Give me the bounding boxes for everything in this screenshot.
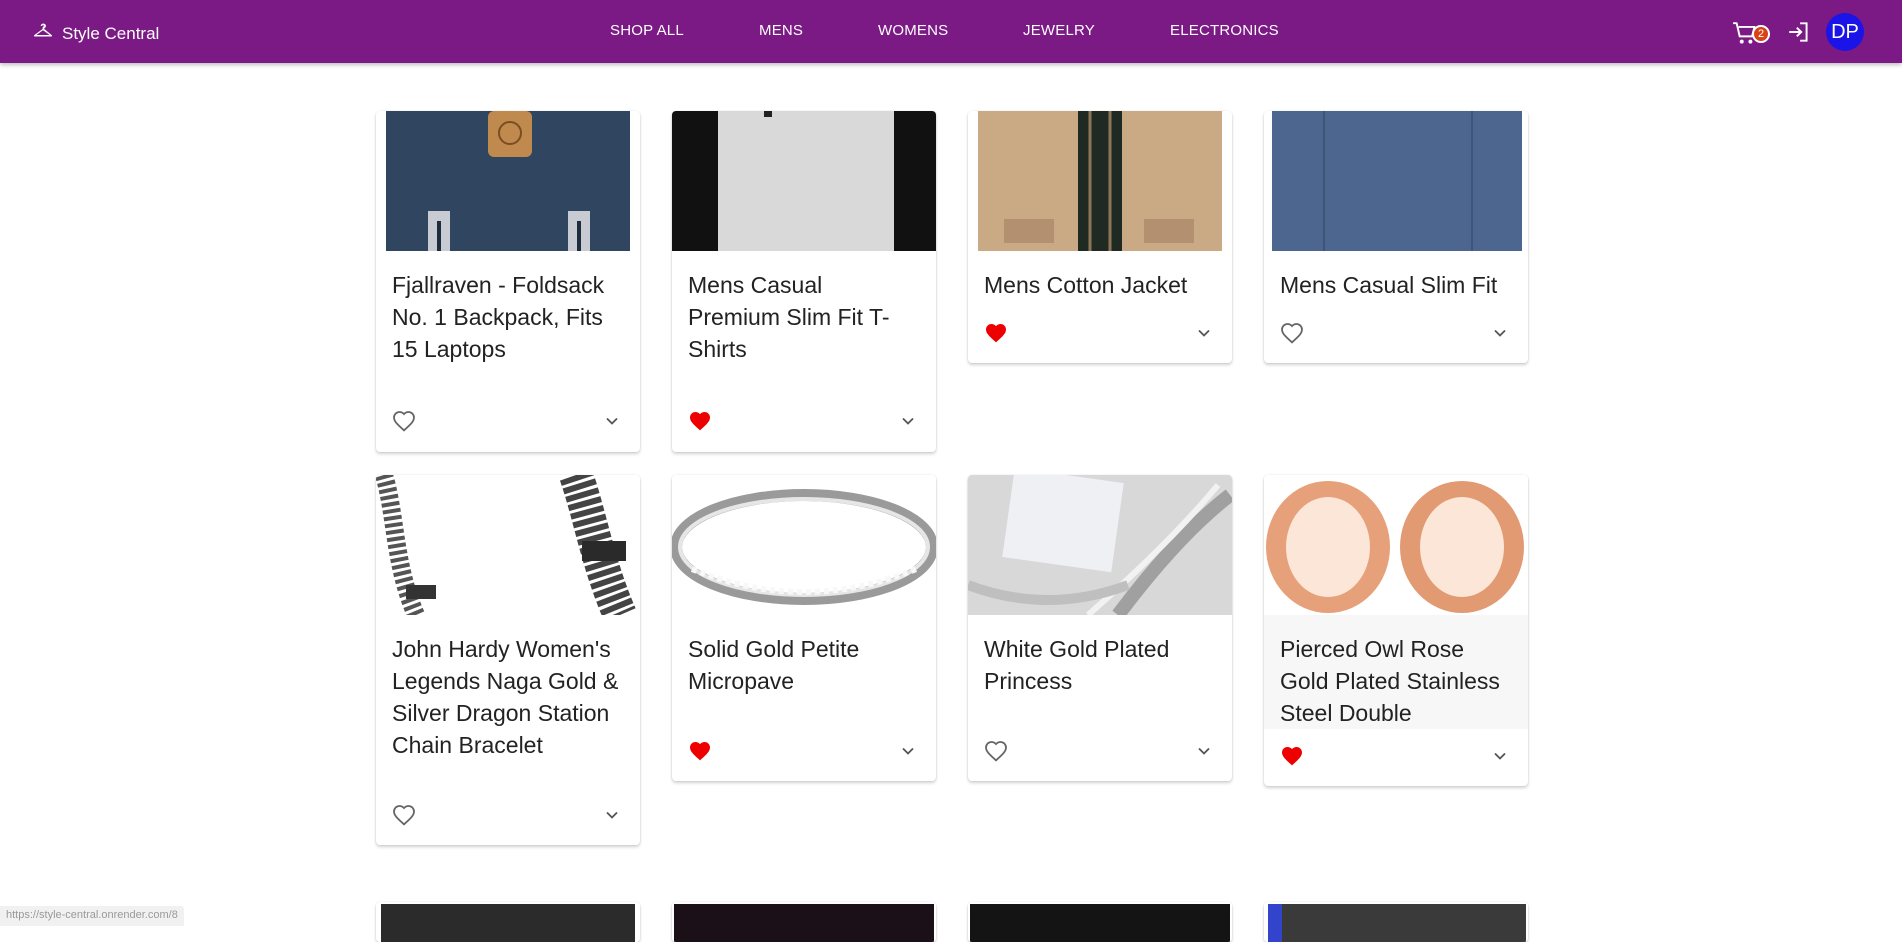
product-image-slim-fit[interactable] — [1264, 111, 1528, 251]
chevron-down-icon[interactable] — [1194, 323, 1214, 343]
heart-filled-icon[interactable] — [688, 409, 712, 433]
avatar[interactable]: DP — [1826, 13, 1864, 51]
nav-womens[interactable]: WOMENS — [878, 22, 948, 39]
product-card[interactable]: Mens Casual Premium Slim Fit T-Shirts — [672, 111, 936, 452]
login-button[interactable] — [1786, 19, 1812, 45]
nav-jewelry[interactable]: JEWELRY — [1023, 22, 1095, 39]
product-card[interactable] — [968, 902, 1232, 942]
heart-filled-icon[interactable] — [688, 739, 712, 763]
product-card[interactable]: Mens Cotton Jacket — [968, 111, 1232, 363]
product-image-tshirt[interactable] — [672, 111, 936, 251]
cart-count-badge: 2 — [1752, 25, 1770, 43]
product-card[interactable]: White Gold Plated Princess — [968, 475, 1232, 781]
nav-mens[interactable]: MENS — [759, 22, 803, 39]
product-image-rose-gold-plugs[interactable] — [1264, 475, 1528, 615]
product-card[interactable]: John Hardy Women's Legends Naga Gold & S… — [376, 475, 640, 845]
product-image-electronics[interactable] — [672, 902, 936, 942]
product-title[interactable]: John Hardy Women's Legends Naga Gold & S… — [392, 633, 624, 761]
status-bar-url: https://style-central.onrender.com/8 — [0, 906, 184, 926]
product-card[interactable] — [672, 902, 936, 942]
product-image-micropave-ring[interactable] — [672, 475, 936, 615]
chevron-down-icon[interactable] — [602, 805, 622, 825]
chevron-down-icon[interactable] — [1490, 323, 1510, 343]
heart-outline-icon[interactable] — [392, 803, 416, 827]
chevron-down-icon[interactable] — [1194, 741, 1214, 761]
chevron-down-icon[interactable] — [1490, 746, 1510, 766]
product-image-princess-ring[interactable] — [968, 475, 1232, 615]
product-image-bracelet[interactable] — [376, 475, 640, 615]
chevron-down-icon[interactable] — [898, 741, 918, 761]
product-image-electronics[interactable] — [1264, 902, 1528, 942]
product-image-jacket[interactable] — [968, 111, 1232, 251]
product-image-electronics[interactable] — [376, 902, 640, 942]
login-icon — [1786, 19, 1812, 45]
product-title[interactable]: Mens Casual Premium Slim Fit T-Shirts — [688, 269, 920, 365]
heart-filled-icon[interactable] — [984, 321, 1008, 345]
product-title[interactable]: Solid Gold Petite Micropave — [688, 633, 920, 697]
nav-shop-all[interactable]: SHOP ALL — [610, 22, 684, 39]
product-image-backpack[interactable] — [376, 111, 640, 251]
product-title[interactable]: Pierced Owl Rose Gold Plated Stainless S… — [1280, 633, 1512, 729]
product-card[interactable]: Fjallraven - Foldsack No. 1 Backpack, Fi… — [376, 111, 640, 452]
main-nav: SHOP ALL MENS WOMENS JEWELRY ELECTRONICS — [0, 22, 1902, 42]
heart-outline-icon[interactable] — [1280, 321, 1304, 345]
product-title[interactable]: Fjallraven - Foldsack No. 1 Backpack, Fi… — [392, 269, 624, 365]
product-title[interactable]: White Gold Plated Princess — [984, 633, 1216, 697]
product-card[interactable]: Mens Casual Slim Fit — [1264, 111, 1528, 363]
heart-filled-icon[interactable] — [1280, 744, 1304, 768]
product-card[interactable] — [1264, 902, 1528, 942]
product-card[interactable]: Solid Gold Petite Micropave — [672, 475, 936, 781]
chevron-down-icon[interactable] — [602, 411, 622, 431]
product-title[interactable]: Mens Cotton Jacket — [984, 269, 1216, 301]
product-title[interactable]: Mens Casual Slim Fit — [1280, 269, 1512, 301]
heart-outline-icon[interactable] — [984, 739, 1008, 763]
heart-outline-icon[interactable] — [392, 409, 416, 433]
nav-electronics[interactable]: ELECTRONICS — [1170, 22, 1279, 39]
cart-button[interactable]: 2 — [1732, 14, 1772, 50]
chevron-down-icon[interactable] — [898, 411, 918, 431]
product-image-electronics[interactable] — [968, 902, 1232, 942]
product-card[interactable] — [376, 902, 640, 942]
product-card[interactable]: Pierced Owl Rose Gold Plated Stainless S… — [1264, 475, 1528, 786]
app-bar: Style Central SHOP ALL MENS WOMENS JEWEL… — [0, 0, 1902, 63]
